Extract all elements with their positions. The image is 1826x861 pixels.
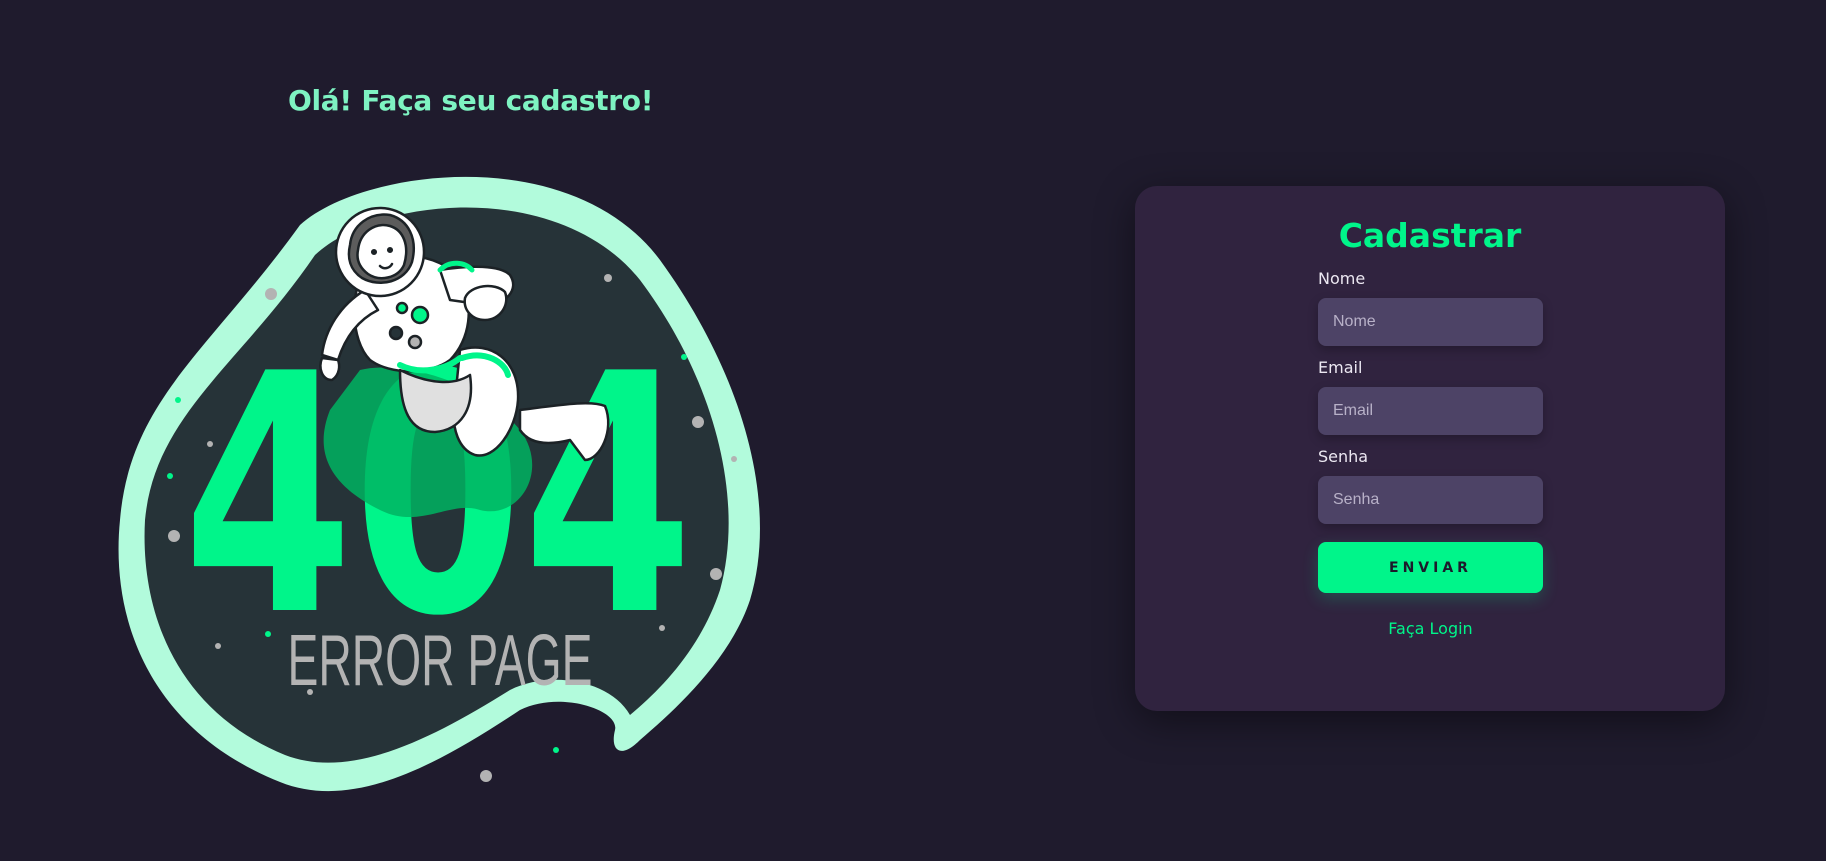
page-heading: Olá! Faça seu cadastro! xyxy=(288,84,654,117)
name-input[interactable] xyxy=(1318,298,1543,346)
password-label: Senha xyxy=(1318,447,1369,466)
name-label: Nome xyxy=(1318,269,1366,288)
signup-form: Nome Email Senha ENVIAR Faça Login xyxy=(1318,269,1543,638)
email-label: Email xyxy=(1318,358,1363,377)
password-input[interactable] xyxy=(1318,476,1543,524)
submit-button[interactable]: ENVIAR xyxy=(1318,542,1543,593)
card-title: Cadastrar xyxy=(1338,216,1522,255)
email-input[interactable] xyxy=(1318,387,1543,435)
login-link[interactable]: Faça Login xyxy=(1318,619,1543,638)
signup-card: Cadastrar Nome Email Senha ENVIAR Faça L… xyxy=(1135,186,1725,711)
404-error-illustration: 404 ERROR PAGE xyxy=(118,176,760,792)
error-page-text: ERROR PAGE xyxy=(288,621,593,701)
signup-page: Olá! Faça seu cadastro! 404 xyxy=(0,0,1826,861)
